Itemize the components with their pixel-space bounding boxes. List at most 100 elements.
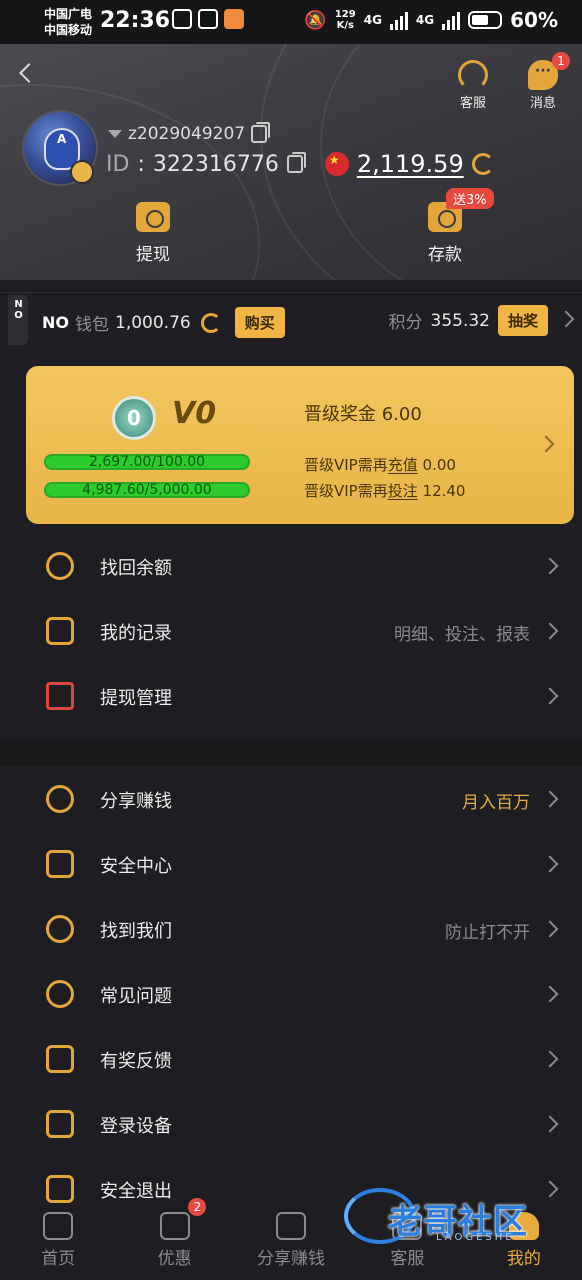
nav-label: 分享赚钱 (257, 1249, 326, 1269)
clock: 22:36 (100, 8, 171, 33)
messages-button[interactable]: 消息 1 (518, 52, 570, 111)
menu-item-faq[interactable]: 常见问题 (0, 962, 582, 1027)
messages-label: 消息 (529, 96, 556, 111)
nav-label: 我的 (506, 1249, 541, 1269)
refresh-wallet-icon[interactable] (200, 312, 221, 333)
card-settings-icon (46, 682, 74, 710)
chevron-right-icon (541, 985, 559, 1003)
bottom-navigation: 首页 优惠 2 分享赚钱 客服 我的 (0, 1198, 582, 1280)
copy-id-icon[interactable] (286, 152, 306, 173)
menu-label: 有奖反馈 (100, 1051, 172, 1072)
promo-badge: 2 (188, 1198, 207, 1216)
bet-link[interactable]: 投注 (388, 482, 418, 500)
no-coin-label: NO (42, 313, 69, 332)
id-row: ID : 322316776 2,119.59 (106, 150, 494, 178)
balance-value[interactable]: 2,119.59 (357, 150, 464, 178)
menu-label: 提现管理 (100, 688, 172, 709)
points-area: 积分 355.32 抽奖 (389, 305, 548, 336)
network-speed: 129 K/s (334, 9, 356, 31)
headset-icon (392, 1212, 423, 1240)
lottery-button[interactable]: 抽奖 (497, 305, 548, 336)
chevron-right-icon (541, 687, 559, 705)
nav-mine[interactable]: 我的 (466, 1204, 582, 1280)
signal-icon-1 (389, 10, 408, 30)
menu-label: 安全中心 (100, 856, 172, 877)
menu-item-withdraw-management[interactable]: 提现管理 (0, 664, 582, 729)
battery-percent: 60% (510, 8, 558, 32)
dropdown-triangle-icon (108, 130, 122, 138)
username: z2029049207 (128, 124, 246, 144)
refresh-balance-icon[interactable] (471, 153, 494, 175)
vip-card[interactable]: 0 V0 晋级奖金 6.00 2,697.00/100.00 4,987.60/… (26, 366, 574, 524)
bet-progress-bar: 4,987.60/5,000.00 (44, 482, 250, 498)
wallet-strip: NO NO 钱包 1,000.76 购买 积分 355.32 抽奖 (0, 292, 582, 346)
deposit-progress-bar: 2,697.00/100.00 (44, 454, 250, 470)
withdraw-icon (136, 202, 170, 232)
withdraw-label: 提现 (136, 245, 170, 265)
chevron-right-icon[interactable] (557, 310, 575, 328)
chevron-right-icon (541, 557, 559, 575)
nfc-icon (172, 9, 192, 29)
buy-button[interactable]: 购买 (234, 307, 285, 338)
menu-item-my-records[interactable]: 我的记录 明细、投注、报表 (0, 599, 582, 664)
app-notification-icon (224, 9, 244, 29)
menu-item-share-earn[interactable]: 分享赚钱 月入百万 (0, 767, 582, 832)
deposit-progress-text: 2,697.00/100.00 (88, 454, 206, 470)
back-button[interactable] (16, 62, 40, 86)
headset-icon (458, 60, 488, 90)
withdraw-button[interactable]: 提现 (108, 202, 198, 265)
chevron-right-icon (541, 920, 559, 938)
edit-icon (46, 1045, 74, 1073)
net-type-1: 4G (363, 13, 382, 27)
nav-service[interactable]: 客服 (349, 1204, 465, 1280)
home-icon (43, 1212, 74, 1240)
nav-promo[interactable]: 优惠 2 (116, 1198, 232, 1280)
menu-item-find-us[interactable]: 找到我们 防止打不开 (0, 897, 582, 962)
id-value: 322316776 (152, 151, 279, 177)
chevron-right-icon (541, 1050, 559, 1068)
chevron-right-icon (541, 622, 559, 640)
vip-bonus: 晋级奖金 6.00 (304, 404, 422, 425)
wallet-value: 1,000.76 (115, 312, 191, 333)
copy-username-icon[interactable] (251, 122, 271, 143)
customer-service-button[interactable]: 客服 (448, 60, 498, 111)
menu-item-login-devices[interactable]: 登录设备 (0, 1092, 582, 1157)
menu-item-feedback[interactable]: 有奖反馈 (0, 1027, 582, 1092)
nav-share[interactable]: 分享赚钱 (233, 1204, 349, 1280)
menu-label: 登录设备 (100, 1116, 172, 1137)
nav-label: 客服 (390, 1249, 425, 1269)
magnifier-icon (46, 915, 74, 943)
signal-icon-2 (442, 10, 461, 30)
deposit-link[interactable]: 充值 (388, 456, 418, 474)
search-coin-icon (46, 552, 74, 580)
gift-icon (159, 1212, 190, 1240)
menu-group-account: 找回余额 我的记录 明细、投注、报表 提现管理 (0, 534, 582, 729)
username-row: z2029049207 (108, 122, 271, 144)
level-badge-icon (70, 160, 94, 184)
menu-group-general: 分享赚钱 月入百万 安全中心 找到我们 防止打不开 常见问题 有奖反馈 登录设备… (0, 767, 582, 1222)
section-divider (0, 740, 582, 766)
id-label: ID (106, 151, 130, 177)
side-collapse-tab[interactable]: NO (8, 295, 28, 345)
chevron-right-icon (537, 435, 555, 453)
wallet-balance: NO 钱包 1,000.76 购买 (42, 307, 285, 338)
bet-requirement: 晋级VIP需再投注 12.40 (304, 482, 466, 500)
deposit-button[interactable]: 存款 (400, 202, 490, 265)
id-separator: : (137, 151, 145, 177)
menu-value: 月入百万 (462, 793, 530, 813)
menu-label: 分享赚钱 (100, 791, 172, 812)
user-share-icon (46, 785, 74, 813)
vip-emblem-icon: 0 (112, 396, 156, 440)
bet-progress-text: 4,987.60/5,000.00 (82, 482, 212, 498)
devices-icon (46, 1110, 74, 1138)
document-icon (46, 617, 74, 645)
menu-label: 我的记录 (100, 623, 172, 644)
battery-icon (468, 11, 503, 29)
menu-item-recover-balance[interactable]: 找回余额 (0, 534, 582, 599)
chevron-right-icon (541, 1180, 559, 1198)
menu-label: 安全退出 (100, 1181, 172, 1202)
nav-label: 首页 (41, 1249, 76, 1269)
nav-home[interactable]: 首页 (0, 1204, 116, 1280)
menu-value: 明细、投注、报表 (394, 625, 530, 645)
menu-item-security-center[interactable]: 安全中心 (0, 832, 582, 897)
